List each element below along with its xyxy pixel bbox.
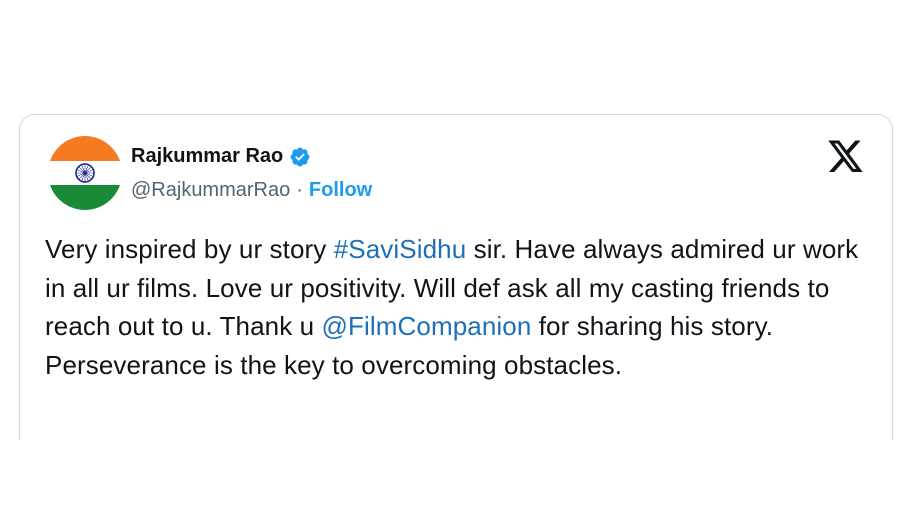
verified-badge-icon — [289, 146, 311, 168]
avatar[interactable] — [48, 136, 122, 210]
tweet-text-part: Very inspired by ur story — [45, 234, 334, 264]
author-display-name[interactable]: Rajkummar Rao — [131, 145, 283, 168]
tweet-text: Very inspired by ur story #SaviSidhu sir… — [45, 230, 875, 384]
follow-button[interactable]: Follow — [309, 179, 372, 202]
embedded-tweet-card: Rajkummar Rao @RajkummarRao · Follow Ver… — [19, 114, 893, 440]
separator-dot: · — [296, 179, 303, 201]
x-logo-icon[interactable] — [828, 140, 864, 174]
author-name-row: Rajkummar Rao — [131, 145, 311, 168]
india-flag-avatar-icon — [48, 136, 122, 210]
mention-link[interactable]: @FilmCompanion — [322, 311, 532, 341]
hashtag-link[interactable]: #SaviSidhu — [334, 234, 467, 264]
author-handle[interactable]: @RajkummarRao — [131, 179, 290, 202]
author-handle-row: @RajkummarRao · Follow — [131, 179, 372, 202]
